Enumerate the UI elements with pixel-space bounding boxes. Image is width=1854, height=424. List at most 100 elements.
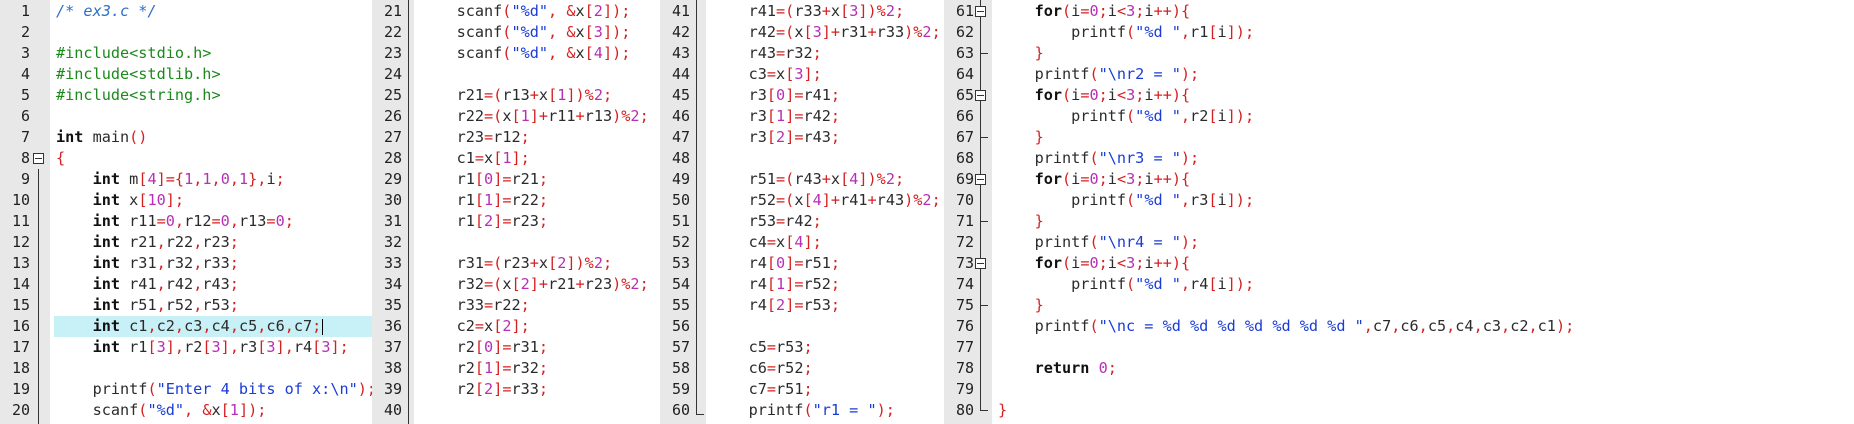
line-number: 46 bbox=[671, 107, 690, 125]
line-number: 61 bbox=[955, 2, 974, 20]
code-line[interactable]: for(i=0;i<3;i++){ bbox=[998, 253, 1191, 274]
editor-column-4[interactable]: 61 for(i=0;i<3;i++){62 printf("%d ",r1[i… bbox=[944, 0, 1854, 424]
code-line[interactable]: printf("%d ",r3[i]); bbox=[998, 190, 1254, 211]
editor-column-2[interactable]: 21 scanf("%d", &x[2]); 22 scanf("%d", &x[… bbox=[372, 0, 660, 424]
code-line[interactable]: c2=x[2]; bbox=[420, 316, 530, 337]
fold-toggle-icon[interactable] bbox=[33, 153, 44, 164]
code-line[interactable]: } bbox=[998, 43, 1044, 64]
code-line[interactable]: #include<stdio.h> bbox=[56, 43, 211, 64]
line-number: 41 bbox=[671, 2, 690, 20]
line-number: 39 bbox=[383, 380, 402, 398]
code-line[interactable]: int r11=0,r12=0,r13=0; bbox=[56, 211, 294, 232]
line-number: 19 bbox=[11, 380, 30, 398]
code-line[interactable]: r42=(x[3]+r31+r33)%2; bbox=[712, 22, 941, 43]
line-number: 63 bbox=[955, 44, 974, 62]
code-line[interactable]: r33=r22; bbox=[420, 295, 530, 316]
code-line[interactable]: r2[1]=r32; bbox=[420, 358, 549, 379]
code-line[interactable]: printf("\nr3 = "); bbox=[998, 148, 1200, 169]
code-line[interactable]: c1=x[1]; bbox=[420, 148, 530, 169]
code-line[interactable]: scanf("%d", &x[3]); bbox=[420, 22, 631, 43]
code-line[interactable]: int x[10]; bbox=[56, 190, 184, 211]
fold-toggle-icon[interactable] bbox=[975, 90, 986, 101]
code-line[interactable]: printf("\nr2 = "); bbox=[998, 64, 1200, 85]
line-number: 34 bbox=[383, 275, 402, 293]
fold-toggle-icon[interactable] bbox=[975, 258, 986, 269]
line-number: 37 bbox=[383, 338, 402, 356]
code-line[interactable]: r43=r32; bbox=[712, 43, 822, 64]
code-line[interactable]: #include<stdlib.h> bbox=[56, 64, 221, 85]
code-line[interactable]: int r1[3],r2[3],r3[3],r4[3]; bbox=[56, 337, 349, 358]
code-line[interactable]: r53=r42; bbox=[712, 211, 822, 232]
code-line[interactable]: scanf("%d", &x[2]); bbox=[420, 1, 631, 22]
code-line[interactable]: int r21,r22,r23; bbox=[56, 232, 239, 253]
code-line[interactable]: printf("r1 = "); bbox=[712, 400, 895, 421]
code-line[interactable]: printf("%d ",r4[i]); bbox=[998, 274, 1254, 295]
code-line[interactable]: r3[0]=r41; bbox=[712, 85, 841, 106]
code-line[interactable]: int r31,r32,r33; bbox=[56, 253, 239, 274]
code-line[interactable]: c3=x[3]; bbox=[712, 64, 822, 85]
code-line[interactable]: r3[2]=r43; bbox=[712, 127, 841, 148]
code-line[interactable]: printf("%d ",r2[i]); bbox=[998, 106, 1254, 127]
code-line[interactable]: { bbox=[56, 148, 65, 169]
code-line[interactable]: r1[2]=r23; bbox=[420, 211, 549, 232]
code-line[interactable]: } bbox=[998, 211, 1044, 232]
code-line[interactable]: r32=(x[2]+r21+r23)%2; bbox=[420, 274, 649, 295]
code-line[interactable]: r3[1]=r42; bbox=[712, 106, 841, 127]
code-line[interactable]: printf("\nr4 = "); bbox=[998, 232, 1200, 253]
code-line[interactable]: r4[1]=r52; bbox=[712, 274, 841, 295]
code-line[interactable]: printf("\nc = %d %d %d %d %d %d %d ",c7,… bbox=[998, 316, 1575, 337]
code-line[interactable]: scanf("%d", &x[4]); bbox=[420, 43, 631, 64]
code-line[interactable]: r22=(x[1]+r11+r13)%2; bbox=[420, 106, 649, 127]
code-line[interactable]: for(i=0;i<3;i++){ bbox=[998, 169, 1191, 190]
code-line[interactable]: r52=(x[4]+r41+r43)%2; bbox=[712, 190, 941, 211]
code-line[interactable]: c6=r52; bbox=[712, 358, 813, 379]
code-line[interactable]: r2[0]=r31; bbox=[420, 337, 549, 358]
code-line[interactable]: r2[2]=r33; bbox=[420, 379, 549, 400]
code-line[interactable]: printf("%d ",r1[i]); bbox=[998, 22, 1254, 43]
line-number: 15 bbox=[11, 296, 30, 314]
code-line[interactable]: return 0; bbox=[998, 358, 1117, 379]
line-number: 35 bbox=[383, 296, 402, 314]
code-line[interactable]: } bbox=[998, 400, 1007, 421]
code-line[interactable]: r4[0]=r51; bbox=[712, 253, 841, 274]
code-line[interactable]: } bbox=[998, 295, 1044, 316]
fold-end-marker bbox=[980, 410, 988, 411]
code-line[interactable]: } bbox=[998, 127, 1044, 148]
fold-end-marker bbox=[696, 414, 704, 415]
line-number: 64 bbox=[955, 65, 974, 83]
code-line[interactable]: r31=(r23+x[2])%2; bbox=[420, 253, 613, 274]
code-line[interactable]: scanf("%d", &x[1]); bbox=[56, 400, 267, 421]
code-line[interactable]: int main() bbox=[56, 127, 147, 148]
fold-end-marker bbox=[980, 305, 988, 306]
code-line[interactable]: int r41,r42,r43; bbox=[56, 274, 239, 295]
fold-toggle-icon[interactable] bbox=[975, 174, 986, 185]
code-line[interactable]: r1[0]=r21; bbox=[420, 169, 549, 190]
line-number: 38 bbox=[383, 359, 402, 377]
code-line[interactable]: c7=r51; bbox=[712, 379, 813, 400]
code-line[interactable]: for(i=0;i<3;i++){ bbox=[998, 1, 1191, 22]
code-line[interactable]: r23=r12; bbox=[420, 127, 530, 148]
fold-toggle-icon[interactable] bbox=[975, 6, 986, 17]
code-line[interactable]: printf("Enter 4 bits of x:\n"); bbox=[56, 379, 372, 400]
line-number: 69 bbox=[955, 170, 974, 188]
fold-guide bbox=[980, 0, 981, 410]
code-line[interactable]: r1[1]=r22; bbox=[420, 190, 549, 211]
line-number: 50 bbox=[671, 191, 690, 209]
code-line[interactable]: r41=(r33+x[3])%2; bbox=[712, 1, 905, 22]
line-number: 4 bbox=[20, 65, 30, 83]
code-line[interactable]: int m[4]={1,1,0,1},i; bbox=[56, 169, 285, 190]
code-line[interactable]: r51=(r43+x[4])%2; bbox=[712, 169, 905, 190]
code-line[interactable]: int c1,c2,c3,c4,c5,c6,c7; bbox=[56, 316, 324, 337]
code-line[interactable]: for(i=0;i<3;i++){ bbox=[998, 85, 1191, 106]
code-line[interactable]: c5=r53; bbox=[712, 337, 813, 358]
editor-column-1[interactable]: 1 /* ex3.c */ 2 3 #include<stdio.h> 4 #include… bbox=[0, 0, 372, 424]
code-line[interactable]: r21=(r13+x[1])%2; bbox=[420, 85, 613, 106]
code-line[interactable]: int r51,r52,r53; bbox=[56, 295, 239, 316]
code-line[interactable]: /* ex3.c */ bbox=[56, 1, 157, 22]
editor-column-3[interactable]: 41 r41=(r33+x[3])%2; 42 r42=(x[3]+r31+r33… bbox=[660, 0, 944, 424]
line-number: 74 bbox=[955, 275, 974, 293]
code-line[interactable]: c4=x[4]; bbox=[712, 232, 822, 253]
line-number: 27 bbox=[383, 128, 402, 146]
code-line[interactable]: r4[2]=r53; bbox=[712, 295, 841, 316]
code-line[interactable]: #include<string.h> bbox=[56, 85, 221, 106]
